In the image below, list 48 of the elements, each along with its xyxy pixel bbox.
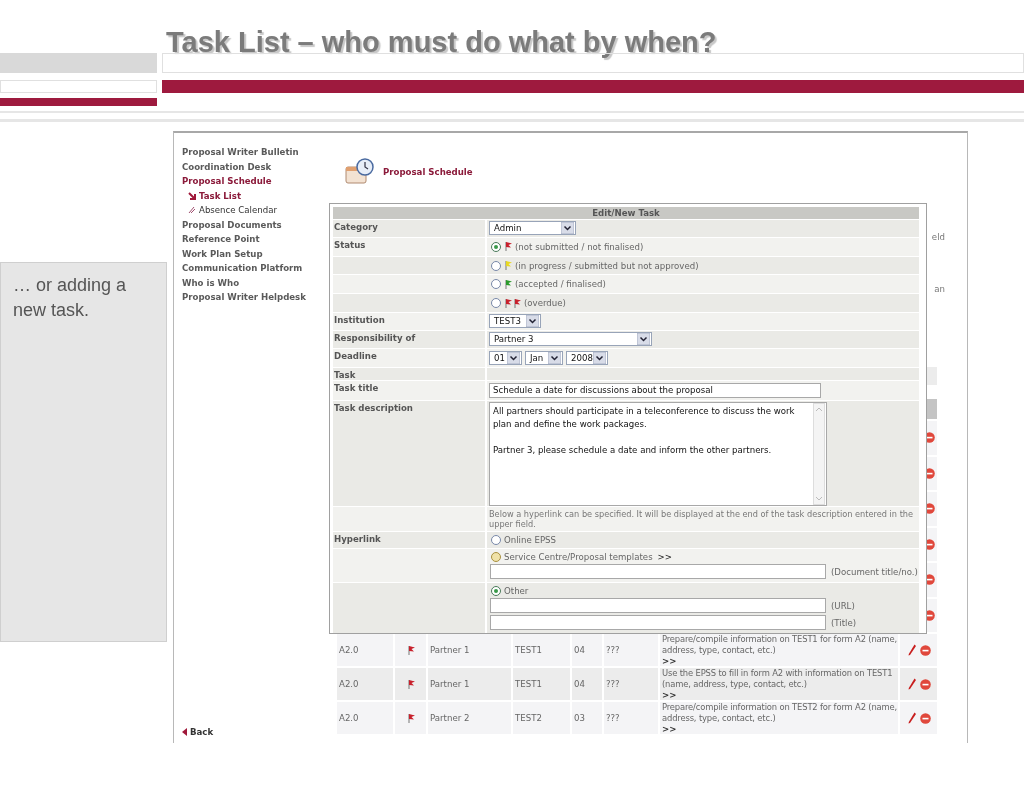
caption-panel: … or adding a new task. (0, 262, 167, 642)
field-hint: (Document title/no.) (831, 566, 918, 577)
option-label: Other (504, 586, 529, 596)
field-hint: (Title) (831, 617, 857, 628)
dropdown[interactable]: TEST3 (489, 314, 541, 329)
dialog-title: Edit/New Task (333, 207, 919, 219)
field-label: Category (333, 220, 487, 237)
dropdown[interactable]: 01 (489, 350, 522, 365)
dropdown[interactable]: Partner 3 (489, 332, 652, 347)
field-label: Status (333, 237, 487, 256)
hint-text: Below a hyperlink can be specified. It will be displayed at the end of the task description entered in the upper field. (489, 509, 915, 530)
status-option-label: (in progress / submitted but not approved) (515, 260, 699, 271)
nav-item[interactable]: Proposal Writer Bulletin (182, 145, 337, 160)
more-link[interactable]: >> (662, 689, 677, 701)
field-label: Task (333, 367, 487, 380)
more-link[interactable]: >> (662, 655, 677, 667)
task-description: Use the EPSS to fill in form A2 with information on TEST1 (name, address, type, contact, etc.) (662, 667, 894, 690)
more-link[interactable]: >> (657, 552, 672, 562)
back-link[interactable]: Back (182, 727, 214, 737)
option-label: Service Centre/Proposal templates (504, 552, 653, 562)
text-field[interactable]: Schedule a date for discussions about the proposal (489, 382, 821, 398)
status-option-label: (overdue) (524, 298, 566, 309)
option-label: Online EPSS (504, 535, 556, 545)
status-option-label: (not submitted / not finalised) (515, 241, 644, 252)
text-fragment: eld (931, 231, 945, 243)
more-link[interactable]: >> (662, 723, 677, 735)
nav-item[interactable]: Proposal Schedule (182, 174, 337, 189)
description-field[interactable]: All partners should participate in a teleconference to discuss the work plan and define the work packages. Partner 3, please schedule a date and inform the other partners. (489, 402, 827, 507)
field-label: Responsibility of (333, 330, 487, 348)
page-title: Proposal Schedule (383, 167, 473, 177)
slide-title: Task List – who must do what by when? (166, 27, 718, 60)
dropdown[interactable]: Admin (489, 221, 576, 236)
field-label: Deadline (333, 348, 487, 367)
field-label: Institution (333, 313, 487, 330)
table-cell: TEST2 (513, 702, 572, 734)
status-option-label: (accepted / finalised) (515, 279, 606, 290)
table-cell: 03 (572, 702, 604, 734)
task-description: Prepare/compile information on TEST2 for form A2 (name, address, type, contact, etc.) (662, 701, 898, 724)
task-description: Prepare/compile information on TEST1 for form A2 (name, address, type, contact, etc.) (662, 633, 898, 656)
field-hint: (URL) (831, 600, 855, 611)
nav-item[interactable]: Coordination Desk (182, 159, 337, 174)
text-fragment: an (934, 283, 945, 295)
table-cell: Partner 2 (428, 702, 513, 734)
nav-item[interactable]: Task List (182, 188, 337, 203)
table-cell: A2.0 (337, 702, 395, 734)
dropdown[interactable]: 2008 (566, 350, 608, 365)
dropdown[interactable]: Jan (525, 350, 563, 365)
table-cell: ??? (604, 702, 660, 734)
